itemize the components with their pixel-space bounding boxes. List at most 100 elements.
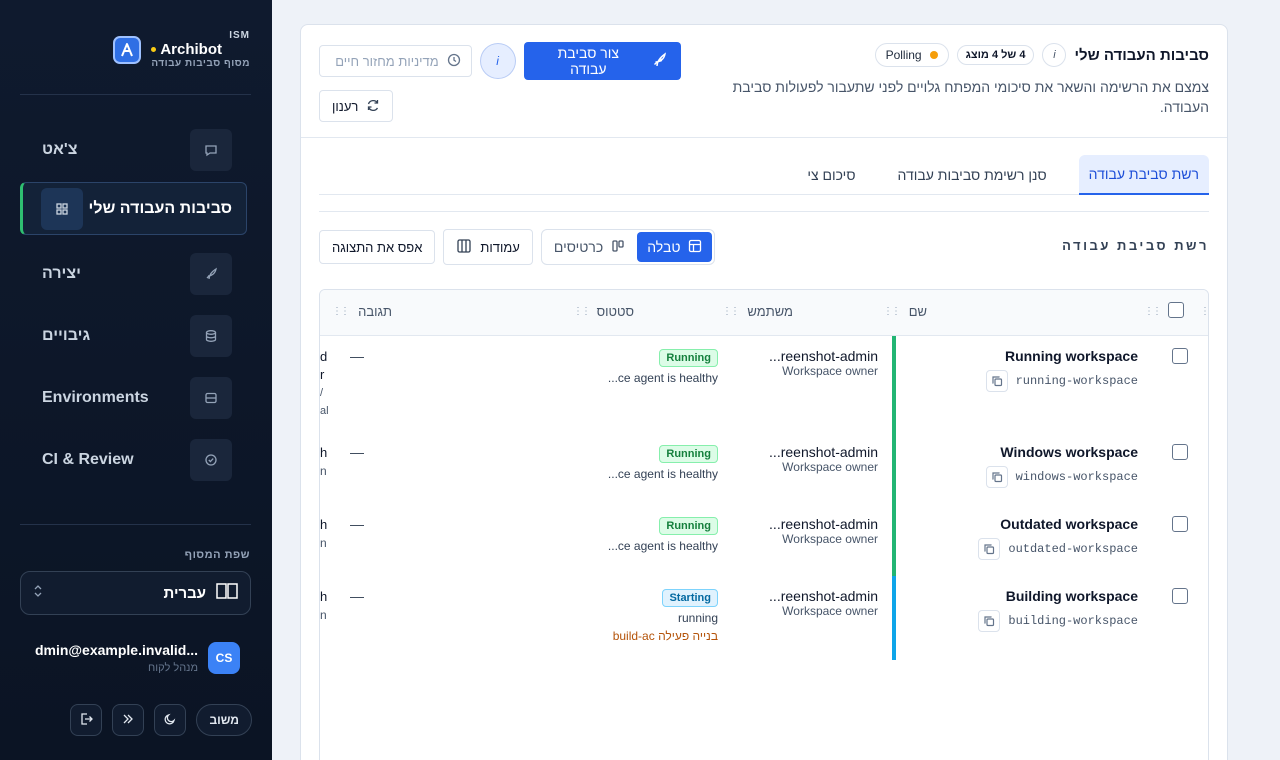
language-value: עברית (163, 584, 206, 602)
status-detail: running (677, 611, 718, 625)
column-header-name[interactable]: שם (909, 304, 927, 319)
row-status-bar (892, 336, 896, 432)
sidebar-divider (20, 524, 251, 525)
columns-button[interactable]: עמודות (443, 229, 533, 265)
status-cell: Starting running בנייה פעילה build-ac (613, 588, 718, 643)
row-checkbox[interactable] (1172, 348, 1188, 364)
feedback-button[interactable]: משוב (196, 704, 252, 736)
response-value: — (350, 516, 364, 532)
workspace-name[interactable]: Windows workspace (986, 444, 1138, 460)
brand-text: ISM Archibot מסוף סביבות עבודה (151, 30, 250, 69)
status-badge: Running (659, 445, 718, 463)
status-detail: ce agent is healthy... (607, 371, 718, 385)
drag-handle-icon[interactable]: ⋮⋮ (573, 306, 591, 317)
slug-row: outdated-workspace (978, 538, 1138, 560)
chevron-updown-icon (33, 584, 43, 603)
table-row[interactable]: Outdated workspace outdated-workspace re… (320, 504, 1208, 576)
view-cards-button[interactable]: כרטיסים (544, 232, 635, 262)
sidebar-item-create[interactable]: יצירה (20, 248, 232, 300)
sidebar-item-my-workspaces[interactable]: סביבות העבודה שלי (20, 182, 247, 235)
workspace-name[interactable]: Running workspace (986, 348, 1138, 364)
copy-icon[interactable] (978, 610, 1001, 632)
create-workspace-button[interactable]: צור סביבת עבודה (523, 42, 681, 80)
workspace-name[interactable]: Building workspace (978, 588, 1138, 604)
sidebar-item-ci-review[interactable]: CI & Review (20, 434, 232, 486)
sidebar-divider (20, 94, 251, 95)
header-divider (301, 137, 1227, 138)
row-checkbox[interactable] (1172, 444, 1188, 460)
truncated-text: h (320, 445, 328, 460)
grid-icon (41, 187, 83, 230)
header-actions: צור סביבת עבודה i מדיניות מחזור חיים רענ… (318, 42, 681, 122)
logout-button[interactable] (70, 704, 103, 736)
row-checkbox[interactable] (1172, 588, 1188, 604)
workspace-name-cell: Outdated workspace outdated-workspace (978, 516, 1138, 560)
tab-filter-list[interactable]: סנן רשימת סביבות עבודה (888, 155, 1057, 195)
row-status-bar (892, 432, 896, 504)
tab-workspace-grid[interactable]: רשת סביבת עבודה (1078, 155, 1209, 195)
table-row[interactable]: Building workspace building-workspace re… (320, 576, 1208, 660)
table-row[interactable]: Windows workspace windows-workspace reen… (320, 432, 1208, 504)
view-table-button[interactable]: טבלה (637, 232, 713, 262)
workspace-grid: ⋮⋮ ⋮⋮ שם ⋮⋮ משתמש ⋮⋮ סטטוס ⋮⋮ תגובה ⋮⋮ R… (319, 289, 1209, 760)
columns-icon (456, 238, 472, 257)
truncated-text: n (320, 536, 327, 550)
sidebar-item-more[interactable] (20, 496, 232, 500)
truncated-column: h n (320, 516, 328, 552)
sidebar-item-environments[interactable]: Environments (20, 372, 232, 424)
user-role: Workspace owner (782, 532, 878, 546)
status-cell: Running ce agent is healthy... (608, 444, 718, 481)
tab-fleet-summary[interactable]: סיכום צי (797, 155, 865, 195)
reset-view-button[interactable]: אפס את התצוגה (319, 230, 436, 264)
sidebar-item-backups[interactable]: גיבויים (20, 310, 232, 362)
refresh-button[interactable]: רענון (319, 90, 394, 122)
drag-handle-icon[interactable]: ⋮⋮ (1144, 306, 1162, 317)
avatar: CS (208, 642, 240, 674)
truncated-column: h n (320, 588, 328, 624)
collapse-sidebar-button[interactable] (112, 704, 145, 736)
lifecycle-policy-input[interactable]: מדיניות מחזור חיים (318, 45, 472, 77)
select-all-checkbox[interactable] (1168, 302, 1184, 318)
tabs-divider (319, 211, 1209, 212)
row-checkbox[interactable] (1172, 516, 1188, 532)
response-value: — (350, 588, 364, 604)
truncated-text: al (320, 405, 328, 417)
column-header-response[interactable]: תגובה (358, 304, 392, 319)
server-icon (190, 377, 232, 419)
tab-bar: רשת סביבת עבודה סנן רשימת סביבות עבודה ס… (319, 155, 1209, 195)
copy-icon[interactable] (978, 538, 1001, 560)
count-badge: 4 של 4 מוצג (956, 45, 1035, 65)
drag-handle-icon[interactable]: ⋮⋮ (1200, 306, 1208, 317)
brand-name: Archibot (160, 41, 223, 58)
copy-icon[interactable] (985, 370, 1008, 392)
brand[interactable]: ISM Archibot מסוף סביבות עבודה (113, 30, 250, 69)
slug-row: building-workspace (978, 610, 1138, 632)
status-detail: ce agent is healthy... (607, 539, 718, 553)
workspace-name[interactable]: Outdated workspace (978, 516, 1138, 532)
workspace-slug: building-workspace (1008, 614, 1138, 628)
status-dot (151, 47, 157, 52)
language-select[interactable]: עברית (20, 571, 251, 615)
sidebar-item-chat[interactable]: צ'אט (20, 124, 232, 176)
column-header-status[interactable]: סטטוס (597, 304, 634, 319)
workspace-name-cell: Building workspace building-workspace (978, 588, 1138, 632)
table-row[interactable]: Running workspace running-workspace reen… (320, 336, 1208, 432)
user-card[interactable]: CS dmin@example.invalid... מנהל לקוח (35, 642, 240, 674)
theme-toggle-button[interactable] (154, 704, 187, 736)
language-value-wrap: עברית (163, 582, 238, 604)
help-info-button[interactable]: i (479, 43, 516, 79)
truncated-text: / (320, 387, 324, 399)
drag-handle-icon[interactable]: ⋮⋮ (332, 306, 350, 317)
grid-header: ⋮⋮ ⋮⋮ שם ⋮⋮ משתמש ⋮⋮ סטטוס ⋮⋮ תגובה ⋮⋮ (320, 290, 1208, 336)
user-info: dmin@example.invalid... מנהל לקוח (35, 642, 198, 674)
column-header-user[interactable]: משתמש (747, 304, 793, 319)
sidebar-item-label: CI & Review (42, 451, 134, 468)
info-icon[interactable]: i (1042, 43, 1067, 67)
truncated-column: d r / al (320, 348, 328, 420)
sidebar: ISM Archibot מסוף סביבות עבודה צ'אט יציר… (0, 0, 272, 760)
drag-handle-icon[interactable]: ⋮⋮ (722, 306, 740, 317)
workspace-name-cell: Windows workspace windows-workspace (985, 444, 1138, 488)
copy-icon[interactable] (985, 466, 1008, 488)
workspaces-panel: סביבות העבודה שלי i 4 של 4 מוצג Polling … (300, 24, 1228, 760)
drag-handle-icon[interactable]: ⋮⋮ (883, 306, 901, 317)
